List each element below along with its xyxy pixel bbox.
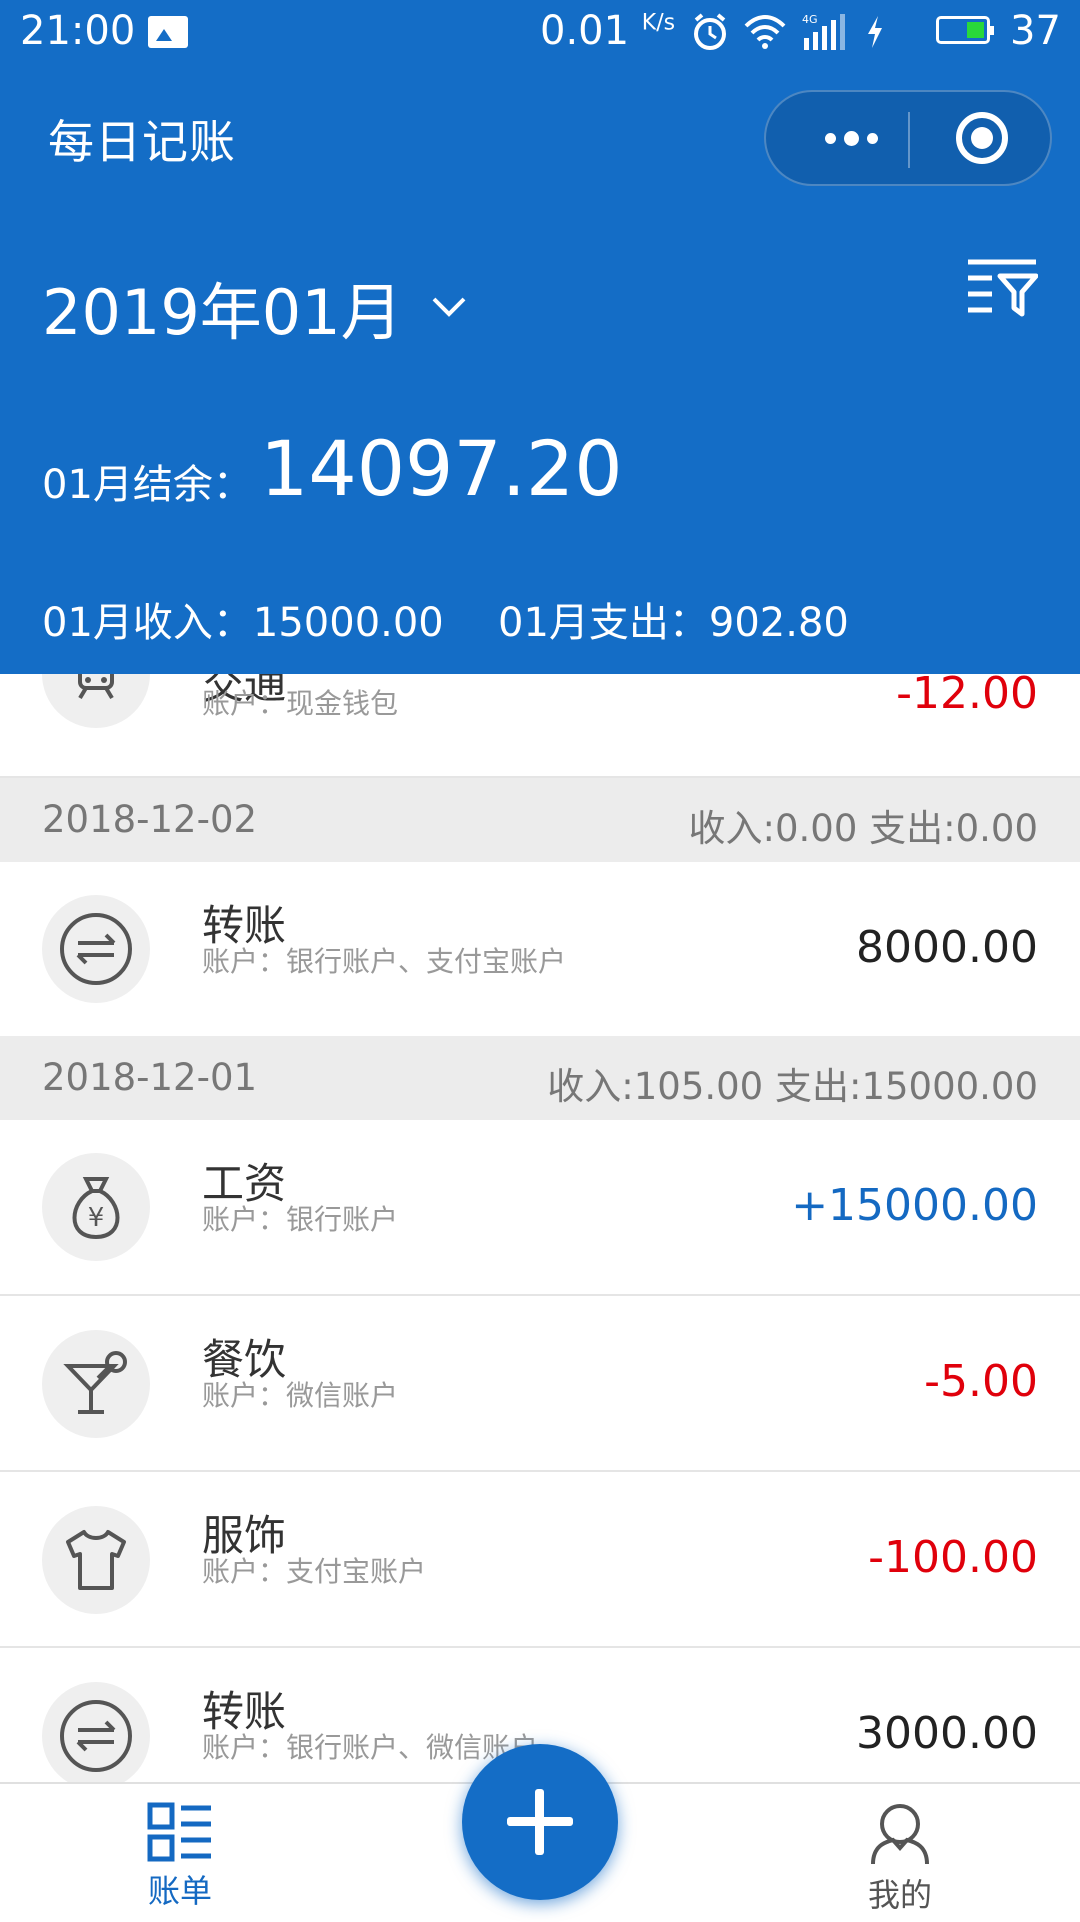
miniprogram-capsule — [764, 90, 1052, 186]
battery-icon — [936, 16, 994, 44]
close-miniprogram-icon[interactable] — [956, 112, 1008, 164]
transaction-account: 账户：支付宝账户 — [202, 1555, 427, 1588]
transfer-icon — [42, 895, 150, 1003]
network-speed-value: 0.01 — [540, 8, 630, 54]
transaction-row[interactable]: 服饰 账户：支付宝账户 -100.00 — [0, 1472, 1080, 1648]
app-title: 每日记账 — [48, 115, 236, 169]
more-icon[interactable] — [806, 92, 896, 184]
add-record-button[interactable] — [462, 1744, 618, 1900]
image-notification-icon — [148, 16, 188, 48]
tshirt-icon — [42, 1506, 150, 1614]
transaction-amount: -5.00 — [924, 1356, 1038, 1407]
balance-label: 01月结余： — [42, 462, 253, 508]
battery-level: 37 — [1010, 8, 1061, 54]
network-speed: 0.01 K/s — [540, 8, 675, 54]
day-header: 2018-12-02 收入:0.00 支出:0.00 — [0, 778, 1080, 862]
balance-value: 14097.20 — [260, 424, 623, 513]
filter-icon[interactable] — [966, 258, 1038, 318]
day-date: 2018-12-02 — [42, 798, 258, 841]
status-bar: 21:00 0.01 K/s 4G 37 — [0, 0, 1080, 66]
charging-icon — [868, 16, 882, 48]
monthly-expense: 01月支出：902.80 — [498, 600, 849, 646]
transaction-account: 账户：银行账户、微信账户 — [202, 1731, 539, 1764]
transaction-account: 账户：现金钱包 — [202, 687, 399, 720]
user-icon — [871, 1804, 929, 1865]
status-time: 21:00 — [20, 8, 136, 54]
status-icons: 4G — [690, 12, 886, 52]
header-panel: 21:00 0.01 K/s 4G 37 每日记账 2019年01月 01月结余… — [0, 0, 1080, 674]
transaction-account: 账户：微信账户 — [202, 1379, 399, 1412]
transaction-amount: -100.00 — [868, 1532, 1038, 1583]
tab-bills[interactable]: 账单 — [140, 1802, 220, 1912]
day-header: 2018-12-01 收入:105.00 支出:15000.00 — [0, 1036, 1080, 1120]
network-type: 4G — [802, 13, 818, 26]
transaction-amount: 3000.00 — [856, 1708, 1038, 1759]
capsule-divider — [908, 112, 910, 168]
day-date: 2018-12-01 — [42, 1056, 258, 1099]
day-summary: 收入:105.00 支出:15000.00 — [547, 1065, 1038, 1108]
transaction-account: 账户：银行账户、支付宝账户 — [202, 945, 567, 978]
transaction-row[interactable]: 转账 账户：银行账户、支付宝账户 8000.00 — [0, 862, 1080, 1036]
transaction-amount: 8000.00 — [856, 922, 1038, 973]
wifi-icon — [744, 15, 786, 49]
chevron-down-icon — [432, 297, 466, 317]
bill-list-icon — [147, 1802, 211, 1862]
transaction-row[interactable]: ¥ 工资 账户：银行账户 +15000.00 — [0, 1120, 1080, 1296]
signal-icon: 4G — [802, 13, 845, 50]
tab-me[interactable]: 我的 — [860, 1802, 940, 1916]
month-label: 2019年01月 — [42, 276, 403, 349]
tab-bills-label: 账单 — [147, 1872, 212, 1910]
tab-me-label: 我的 — [867, 1876, 932, 1914]
monthly-income: 01月收入：15000.00 — [42, 600, 444, 646]
money-bag-icon: ¥ — [42, 1153, 150, 1261]
day-summary: 收入:0.00 支出:0.00 — [688, 807, 1038, 850]
network-speed-unit: K/s — [641, 10, 676, 36]
transaction-amount: +15000.00 — [791, 1180, 1038, 1231]
alarm-icon — [694, 13, 726, 50]
transaction-account: 账户：银行账户 — [202, 1203, 399, 1236]
transaction-row[interactable]: 餐饮 账户：微信账户 -5.00 — [0, 1296, 1080, 1472]
cocktail-icon — [42, 1330, 150, 1438]
month-selector[interactable]: 2019年01月 — [42, 262, 467, 352]
transfer-icon — [42, 1682, 150, 1790]
transaction-amount: -12.00 — [896, 668, 1038, 719]
svg-text:¥: ¥ — [88, 1203, 105, 1233]
